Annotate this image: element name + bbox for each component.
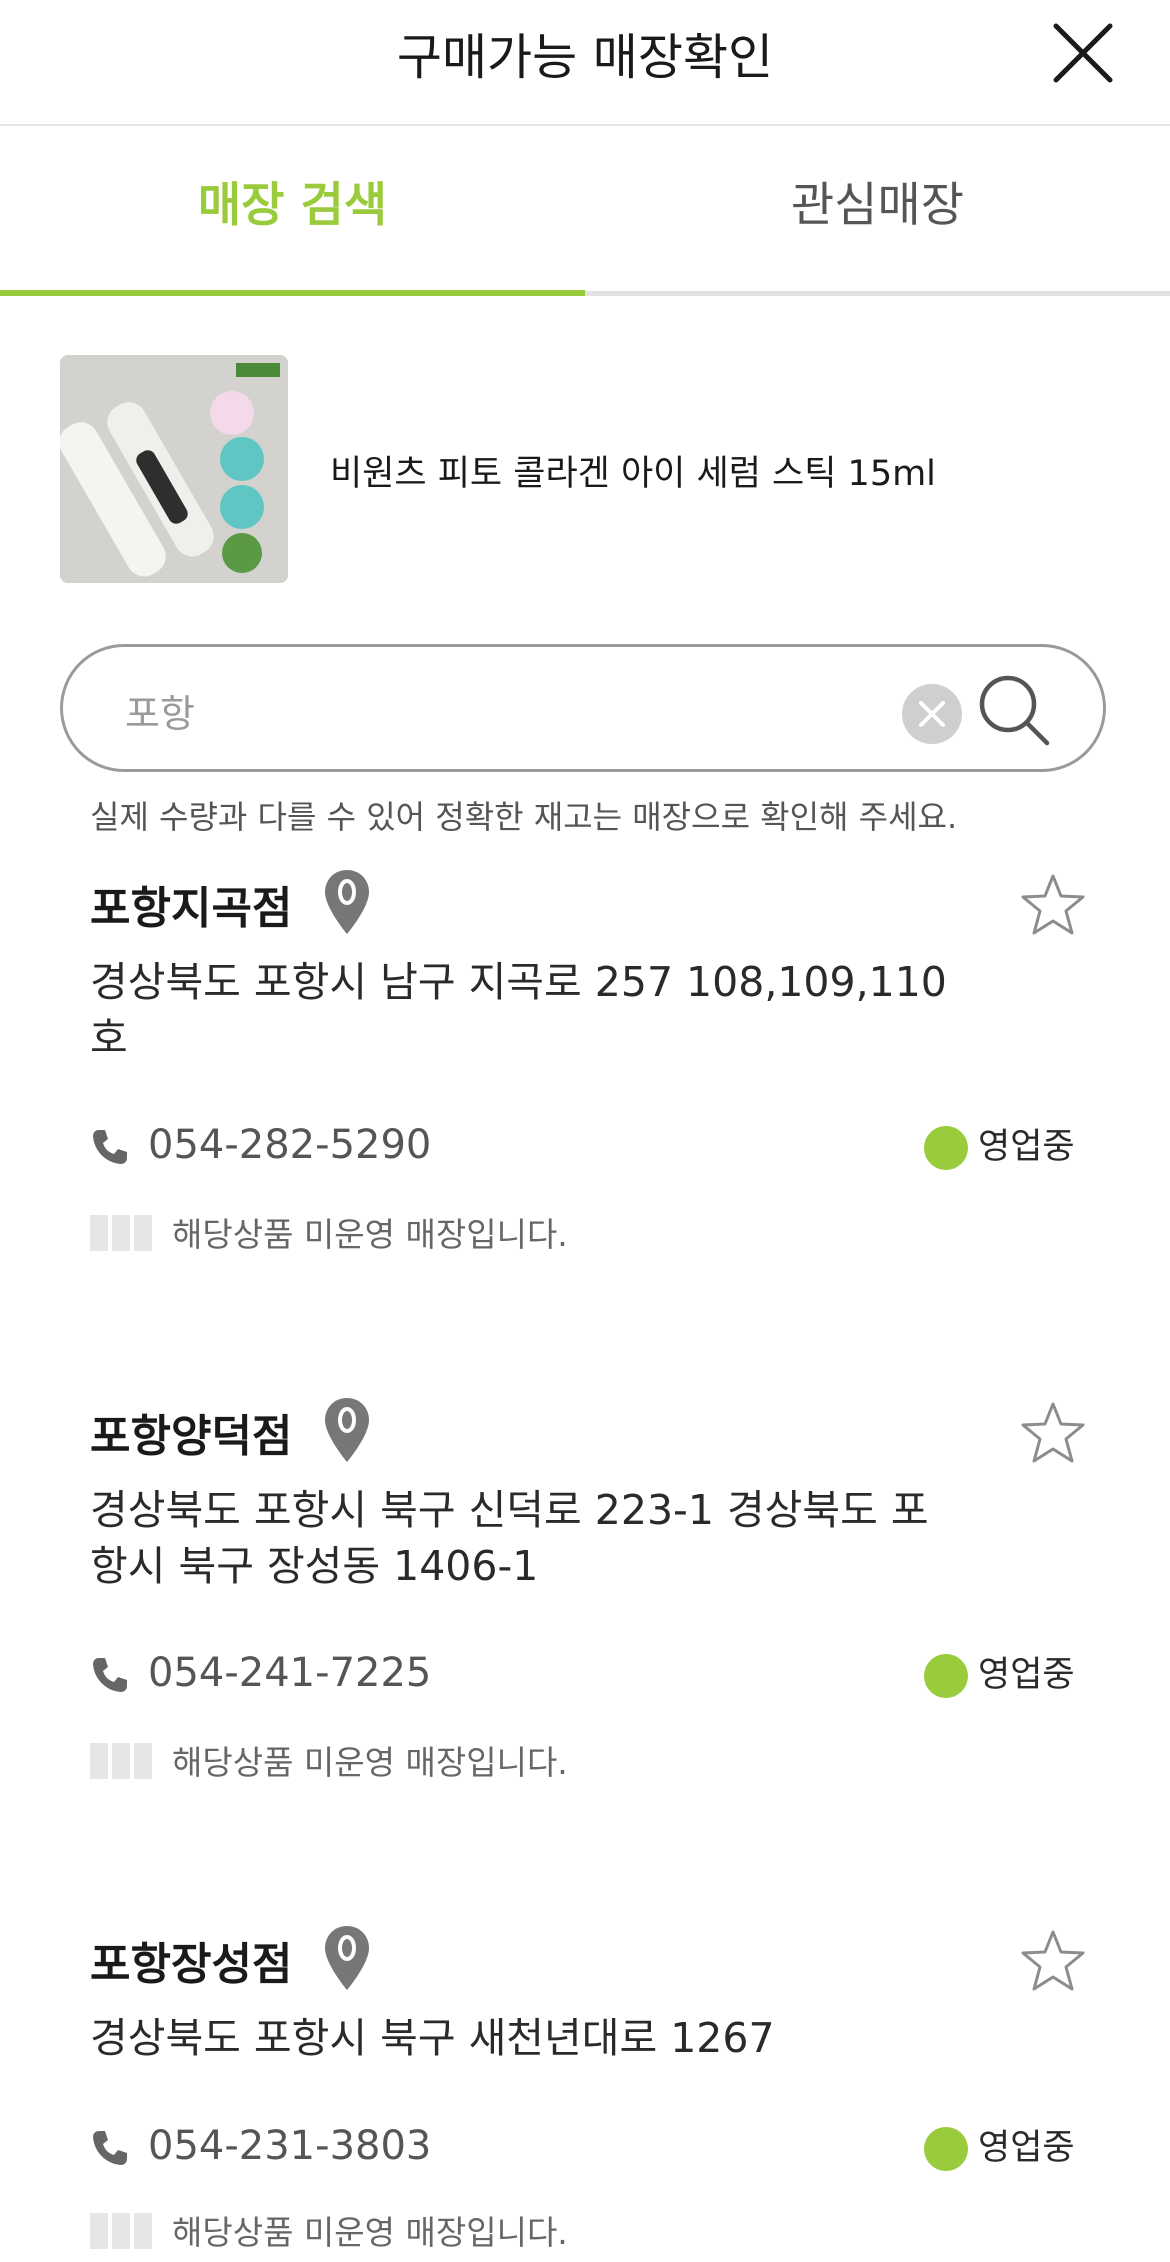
status-badge: 영업중 [924, 2119, 1075, 2171]
status-dot-icon [924, 1126, 968, 1170]
store-name: 포항양덕점 [90, 1411, 293, 1462]
store-address: 경상북도 포항시 북구 새천년대로 1267 [90, 2014, 775, 2062]
product-name: 비원츠 피토 콜라겐 아이 세럼 스틱 15ml [330, 454, 936, 494]
favorite-star-icon[interactable] [1020, 1400, 1086, 1466]
close-icon[interactable] [1050, 20, 1116, 86]
status-dot-icon [924, 1654, 968, 1698]
map-pin-icon[interactable] [322, 868, 372, 936]
store-name: 포항지곡점 [90, 883, 293, 934]
phone-icon [93, 1130, 127, 1164]
search-input[interactable] [123, 677, 907, 743]
favorite-star-icon[interactable] [1020, 1928, 1086, 1994]
stock-status: 해당상품 미운영 매장입니다. [90, 1208, 568, 1259]
store-phone-number: 054-231-3803 [148, 2123, 432, 2169]
store-name: 포항장성점 [90, 1939, 293, 1990]
stock-status: 해당상품 미운영 매장입니다. [90, 1736, 568, 1787]
map-pin-icon[interactable] [322, 1396, 372, 1464]
tab-store-search[interactable]: 매장 검색 [0, 126, 585, 296]
search-icon[interactable] [975, 671, 1055, 751]
store-phone[interactable]: 054-241-7225 [90, 1650, 431, 1696]
status-label: 영업중 [978, 2128, 1075, 2168]
stock-notice: 실제 수량과 다를 수 있어 정확한 재고는 매장으로 확인해 주세요. [90, 798, 958, 836]
status-dot-icon [924, 2127, 968, 2171]
close-icon [919, 701, 945, 727]
tab-favorite-stores[interactable]: 관심매장 [585, 126, 1170, 296]
tab-bar: 매장 검색 관심매장 [0, 126, 1170, 296]
store-phone-number: 054-241-7225 [148, 1650, 432, 1696]
favorite-star-icon[interactable] [1020, 872, 1086, 938]
stock-level-icon [90, 2212, 156, 2257]
store-item[interactable]: 포항지곡점 경상북도 포항시 남구 지곡로 257 108,109,110호 0… [0, 870, 1170, 1254]
store-address: 경상북도 포항시 북구 신덕로 223-1 경상북도 포항시 북구 장성동 14… [90, 1486, 929, 1590]
stock-text: 해당상품 미운영 매장입니다. [172, 2213, 568, 2252]
map-pin-icon[interactable] [322, 1924, 372, 1992]
stock-level-icon [90, 1214, 156, 1259]
phone-icon [93, 1658, 127, 1692]
stock-level-icon [90, 1742, 156, 1787]
store-item[interactable]: 포항장성점 경상북도 포항시 북구 새천년대로 1267 054-231-380… [0, 1926, 1170, 2262]
clear-search-button[interactable] [902, 684, 962, 744]
store-item[interactable]: 포항양덕점 경상북도 포항시 북구 신덕로 223-1 경상북도 포항시 북구 … [0, 1398, 1170, 1782]
store-phone[interactable]: 054-282-5290 [90, 1122, 431, 1168]
page-title: 구매가능 매장확인 [396, 29, 774, 86]
store-phone-number: 054-282-5290 [148, 1122, 432, 1168]
phone-icon [93, 2131, 127, 2165]
store-address: 경상북도 포항시 남구 지곡로 257 108,109,110호 [90, 958, 947, 1062]
search-bar [60, 644, 1106, 772]
product-image [60, 355, 288, 583]
status-label: 영업중 [978, 1655, 1075, 1695]
store-phone[interactable]: 054-231-3803 [90, 2123, 431, 2169]
status-badge: 영업중 [924, 1118, 1075, 1170]
status-badge: 영업중 [924, 1646, 1075, 1698]
stock-text: 해당상품 미운영 매장입니다. [172, 1743, 568, 1782]
product-summary: 비원츠 피토 콜라겐 아이 세럼 스틱 15ml [60, 355, 1120, 583]
header: 구매가능 매장확인 [0, 0, 1170, 126]
status-label: 영업중 [978, 1127, 1075, 1167]
stock-status: 해당상품 미운영 매장입니다. [90, 2206, 568, 2257]
stock-text: 해당상품 미운영 매장입니다. [172, 1215, 568, 1254]
